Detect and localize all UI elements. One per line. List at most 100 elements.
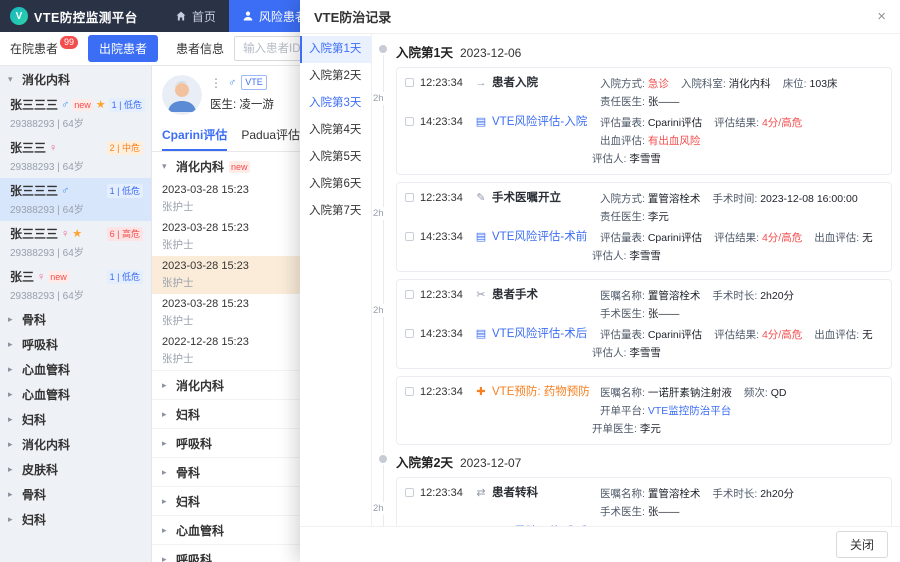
field-value: Cparini评估	[648, 117, 702, 129]
tab-inpatient[interactable]: 在院患者 99	[10, 40, 78, 57]
tab-discharged[interactable]: 出院患者	[88, 35, 158, 62]
menu-item-label: 首页	[192, 8, 216, 25]
dept-item[interactable]: ▸ 骨科	[0, 307, 151, 332]
event-subfields: 评估人: 李雪雪	[592, 151, 883, 169]
event-title[interactable]: VTE风险评估-术后	[492, 326, 600, 342]
risk-badge: 2 | 中危	[107, 141, 143, 155]
day-nav-item-5[interactable]: 入院第5天	[300, 144, 371, 171]
eval-group-name: 妇科	[176, 406, 200, 423]
field-value: 无	[862, 232, 873, 244]
field-label: 评估人:	[592, 347, 629, 359]
field-label: 入院方式:	[600, 78, 648, 90]
dept-item[interactable]: ▸皮肤科	[0, 457, 151, 482]
record-panel-body: 入院第1天入院第2天入院第3天入院第4天入院第5天入院第6天入院第7天 入院第1…	[300, 34, 900, 526]
day-nav-item-4[interactable]: 入院第4天	[300, 117, 371, 144]
gender-male-icon: ♂	[61, 99, 69, 111]
event-marker	[405, 193, 414, 202]
day-nav-item-1[interactable]: 入院第1天	[300, 36, 371, 63]
inpatient-count-badge: 99	[60, 36, 78, 49]
timeline-event: 12:23:34✂患者手术医嘱名称: 置管溶栓术手术时长: 2h20分手术医生:…	[405, 285, 883, 324]
favorite-star-icon[interactable]: ★	[72, 227, 82, 240]
chevron-right-icon: ▸	[162, 554, 171, 562]
field-label: 评估结果:	[714, 232, 762, 244]
field-label: 评估人:	[592, 250, 629, 262]
chevron-down-icon: ▾	[8, 74, 17, 85]
field: 评估量表: Cparini评估	[600, 230, 702, 246]
dept-name: 心血管科	[22, 361, 70, 378]
field-label: 开单医生:	[592, 423, 640, 435]
assess-tab-1[interactable]: Cparini评估	[162, 121, 227, 151]
patient-name: 张三三三	[10, 96, 58, 113]
day-nav-item-7[interactable]: 入院第7天	[300, 198, 371, 225]
event-title[interactable]: VTE风险评估-术后	[492, 524, 600, 526]
menu-item-home[interactable]: 首页	[162, 0, 229, 32]
field-label: 评估结果:	[714, 329, 762, 341]
field: 评估量表: Cparini评估	[600, 525, 702, 526]
patient-list-item[interactable]: 张三三三♂new★1 | 低危29388293 | 64岁	[0, 92, 151, 135]
event-subfields: 开单医生: 李元	[592, 421, 883, 439]
favorite-star-icon[interactable]: ★	[96, 98, 106, 111]
field-label: 手术时间:	[712, 193, 760, 205]
event-title[interactable]: VTE风险评估-术前	[492, 229, 600, 245]
dept-item[interactable]: ▸消化内科	[0, 432, 151, 457]
timeline-event: 12:23:34→患者入院入院方式: 急诊入院科室: 消化内科床位: 103床责…	[405, 73, 883, 112]
timeline-card: 2h12:23:34⇄患者转科医嘱名称: 置管溶栓术手术时长: 2h20分手术医…	[396, 477, 892, 526]
dept-name: 骨科	[22, 311, 46, 328]
field: 床位: 103床	[783, 76, 838, 92]
timeline-scroll-area[interactable]: 入院第1天2023-12-062h12:23:34→患者入院入院方式: 急诊入院…	[372, 34, 900, 526]
dept-item-expanded[interactable]: ▾消化内科	[0, 66, 151, 92]
timeline-card: 12:23:34✚VTE预防: 药物预防医嘱名称: 一诺肝素钠注射液频次: QD…	[396, 376, 892, 445]
dept-item[interactable]: ▸心血管科	[0, 357, 151, 382]
patient-list-item[interactable]: 张三三三♀★6 | 高危29388293 | 64岁	[0, 221, 151, 264]
field-value: 一诺肝素钠注射液	[648, 387, 732, 399]
field: 开单医生: 李元	[592, 423, 661, 435]
chevron-right-icon: ▸	[8, 314, 17, 325]
chevron-right-icon: ▸	[8, 414, 17, 425]
user-icon	[242, 10, 254, 22]
close-button[interactable]: 关闭	[836, 531, 888, 558]
more-options-icon[interactable]: ⋮	[210, 76, 223, 90]
field: 出血评估: 无	[814, 327, 872, 343]
timeline-event: 14:23:34▤VTE风险评估-入院评估量表: Cparini评估评估结果: …	[405, 112, 883, 151]
field-value: 李雪雪	[629, 153, 661, 165]
field-value: 103床	[810, 78, 838, 90]
section-date: 2023-12-06	[460, 46, 521, 60]
close-icon[interactable]: ×	[877, 8, 886, 25]
patient-list-item[interactable]: 张三♀new1 | 低危29388293 | 64岁	[0, 264, 151, 307]
event-subfields: 评估人: 李雪雪	[592, 345, 883, 363]
dept-item[interactable]: ▸呼吸科	[0, 332, 151, 357]
order-create-icon: ✎	[474, 190, 488, 206]
field: 手术时长: 2h20分	[712, 288, 794, 304]
day-nav-item-2[interactable]: 入院第2天	[300, 63, 371, 90]
eval-group-name: 呼吸科	[176, 435, 212, 452]
event-title: 患者转科	[492, 485, 600, 501]
timeline-dot-icon	[379, 455, 387, 463]
dept-item[interactable]: ▸心血管科	[0, 382, 151, 407]
timeline-card: 2h12:23:34✎手术医嘱开立入院方式: 置管溶栓术手术时间: 2023-1…	[396, 182, 892, 272]
dept-item[interactable]: ▸妇科	[0, 507, 151, 532]
vte-assessment-icon: ▤	[474, 114, 488, 130]
day-nav-item-6[interactable]: 入院第6天	[300, 171, 371, 198]
patient-list-item[interactable]: 张三三♀2 | 中危29388293 | 64岁	[0, 135, 151, 178]
dept-item[interactable]: ▸妇科	[0, 407, 151, 432]
field: 出血评估: 有出血风险	[600, 133, 700, 149]
chevron-right-icon: ▸	[8, 389, 17, 400]
timeline-event: 14:23:34▤VTE风险评估-术后评估量表: Cparini评估评估结果: …	[405, 324, 883, 345]
dept-name: 皮肤科	[22, 461, 58, 478]
eval-time: 2022-12-28 15:23	[162, 336, 249, 348]
event-time: 12:23:34	[420, 384, 472, 400]
vte-tag-badge: VTE	[241, 75, 267, 90]
assess-tab-2[interactable]: Padua评估	[241, 121, 300, 151]
department-sidebar: ▾消化内科张三三三♂new★1 | 低危29388293 | 64岁张三三♀2 …	[0, 66, 152, 562]
patient-list-item[interactable]: 张三三三♂1 | 低危29388293 | 64岁	[0, 178, 151, 221]
day-nav-item-3[interactable]: 入院第3天	[300, 90, 371, 117]
event-time: 14:23:34	[420, 229, 472, 245]
new-badge: new	[229, 161, 250, 173]
dept-item[interactable]: ▸骨科	[0, 482, 151, 507]
surgery-icon: ✂	[474, 287, 488, 303]
event-fields: 入院方式: 置管溶栓术手术时间: 2023-12-08 16:00:00责任医生…	[600, 190, 883, 225]
event-title[interactable]: VTE风险评估-入院	[492, 114, 600, 130]
field: 手术时间: 2023-12-08 16:00:00	[712, 191, 857, 207]
vte-assessment-icon: ▤	[474, 229, 488, 245]
field-label: 开单平台:	[600, 405, 648, 417]
